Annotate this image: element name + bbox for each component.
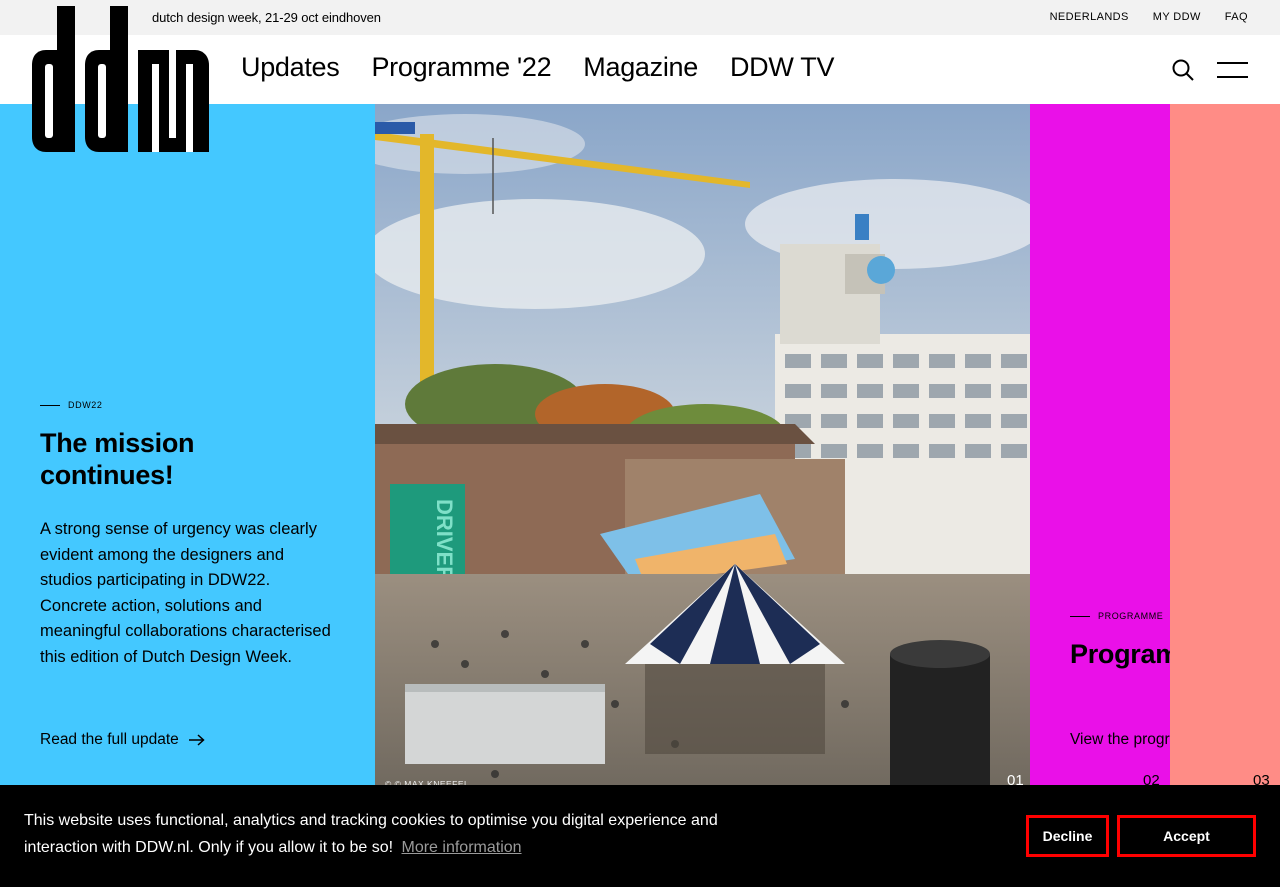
panel-title-programme[interactable]: Programme (1070, 638, 1170, 670)
cookie-banner: This website uses functional, analytics … (0, 785, 1280, 887)
main-nav: Updates Programme '22 Magazine DDW TV (241, 52, 834, 83)
eyebrow-label: DDW22 (68, 400, 103, 410)
eyebrow-line (1070, 615, 1090, 617)
feature-panel-programme[interactable]: PROGRAMME Programme View the programme 0… (1030, 104, 1170, 887)
nav-ddw-tv[interactable]: DDW TV (730, 52, 835, 83)
panel-eyebrow: DDW22 (40, 400, 103, 410)
decline-button[interactable]: Decline (1026, 815, 1109, 857)
nav-magazine[interactable]: Magazine (583, 52, 698, 83)
panel-title[interactable]: The mission continues! (40, 427, 195, 491)
eyebrow-line (40, 404, 60, 406)
eyebrow-label: PROGRAMME (1098, 611, 1164, 621)
feature-panel-updates: DDW22 The mission continues! A strong se… (0, 104, 375, 887)
hamburger-menu-icon[interactable] (1217, 62, 1248, 78)
accept-button[interactable]: Accept (1117, 815, 1256, 857)
panel-title-line2: continues! (40, 460, 174, 490)
nav-updates[interactable]: Updates (241, 52, 340, 83)
read-full-update-link[interactable]: Read the full update (40, 731, 205, 749)
cookie-message: This website uses functional, analytics … (24, 807, 744, 861)
panel-body: A strong sense of urgency was clearly ev… (40, 520, 331, 666)
my-ddw-link[interactable]: MY DDW (1153, 11, 1201, 23)
arrow-right-icon (188, 734, 205, 746)
search-icon[interactable] (1172, 59, 1194, 81)
view-programme-link[interactable]: View the programme (1070, 731, 1170, 749)
more-information-link[interactable]: More information (402, 839, 522, 856)
feature-panel-3[interactable]: 03 (1170, 104, 1280, 887)
cookie-message-text: This website uses functional, analytics … (24, 812, 718, 856)
cta-label: Read the full update (40, 731, 179, 748)
ddw-logo[interactable] (32, 6, 209, 152)
panel-title-line1: The mission (40, 428, 195, 458)
hero-photo-image: DRIVERS OF CHANGE © © MAX KNEEFEL (375, 104, 1030, 887)
utility-links: NEDERLANDS MY DDW FAQ (1050, 11, 1248, 23)
nav-programme[interactable]: Programme '22 (371, 52, 551, 83)
hero-photo[interactable]: DRIVERS OF CHANGE © © MAX KNEEFEL 01 (375, 104, 1030, 887)
language-link[interactable]: NEDERLANDS (1050, 11, 1129, 23)
panel-eyebrow-programme: PROGRAMME (1070, 611, 1163, 621)
faq-link[interactable]: FAQ (1225, 11, 1248, 23)
